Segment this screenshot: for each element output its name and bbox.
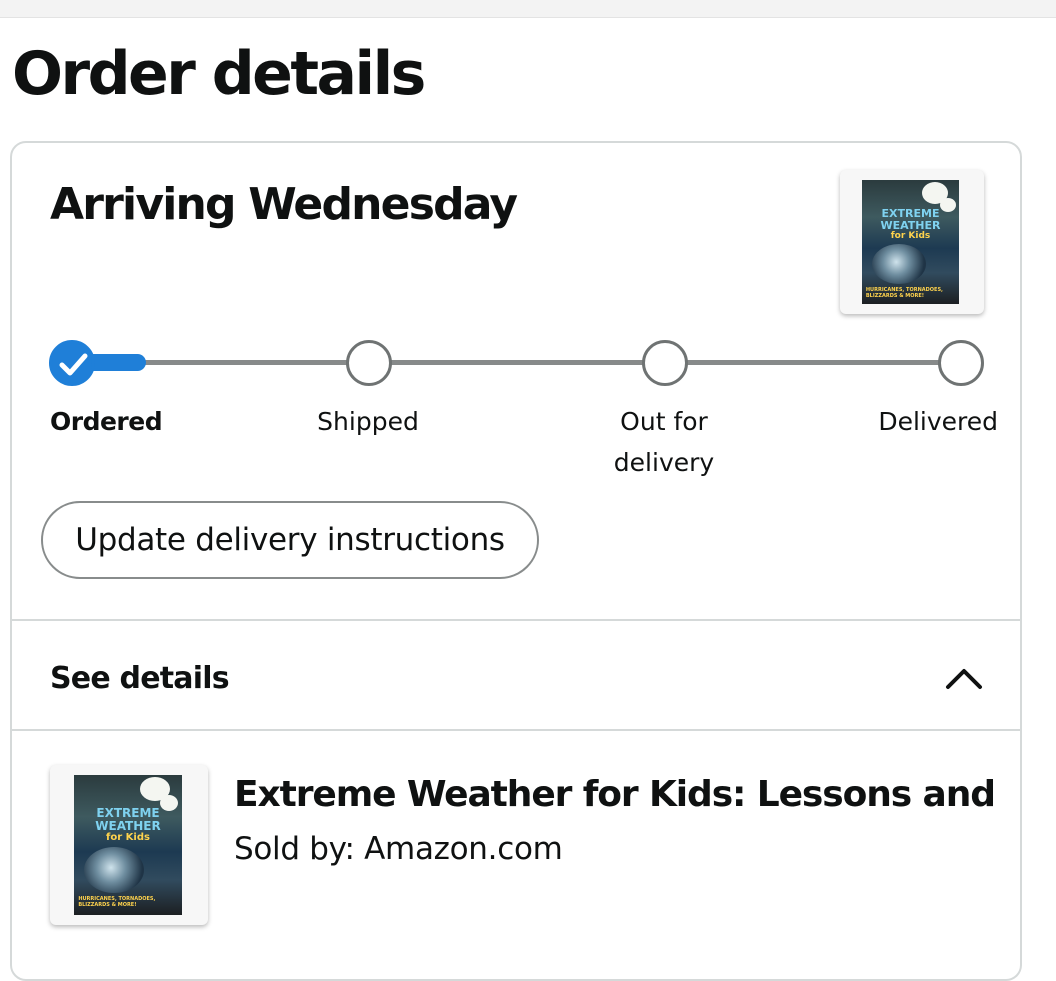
section-divider bbox=[12, 729, 1020, 731]
step-delivered-marker bbox=[938, 340, 984, 386]
product-thumbnail-large[interactable]: EXTREME WEATHER for Kids HURRICANES, TOR… bbox=[840, 170, 984, 314]
product-title-link[interactable]: Extreme Weather for Kids: Lessons and... bbox=[234, 771, 994, 819]
step-out-for-delivery-marker bbox=[642, 340, 688, 386]
step-label-shipped: Shipped bbox=[317, 407, 419, 436]
step-label-out-for-delivery: Out for delivery bbox=[613, 407, 715, 477]
step-label-ordered: Ordered bbox=[50, 407, 163, 436]
book-cover-image: EXTREME WEATHER for Kids HURRICANES, TOR… bbox=[862, 180, 959, 304]
browser-top-bar bbox=[0, 0, 1056, 18]
page-title: Order details bbox=[12, 39, 426, 109]
step-label-delivered: Delivered bbox=[878, 407, 998, 436]
see-details-toggle[interactable]: See details bbox=[50, 657, 230, 701]
sold-by-text: Sold by: Amazon.com bbox=[234, 831, 563, 867]
book-cover-image: EXTREME WEATHER for Kids HURRICANES, TOR… bbox=[74, 775, 182, 915]
update-delivery-instructions-button[interactable]: Update delivery instructions bbox=[41, 501, 539, 579]
product-thumbnail[interactable]: EXTREME WEATHER for Kids HURRICANES, TOR… bbox=[50, 765, 208, 925]
shipment-card: Arriving Wednesday EXTREME WEATHER for K… bbox=[10, 141, 1022, 981]
step-ordered-marker bbox=[49, 340, 95, 386]
chevron-up-icon[interactable] bbox=[942, 663, 986, 693]
arrival-status-heading: Arriving Wednesday bbox=[50, 179, 518, 230]
section-divider bbox=[12, 619, 1020, 621]
check-icon bbox=[59, 353, 88, 376]
progress-track bbox=[72, 360, 962, 365]
step-shipped-marker bbox=[346, 340, 392, 386]
